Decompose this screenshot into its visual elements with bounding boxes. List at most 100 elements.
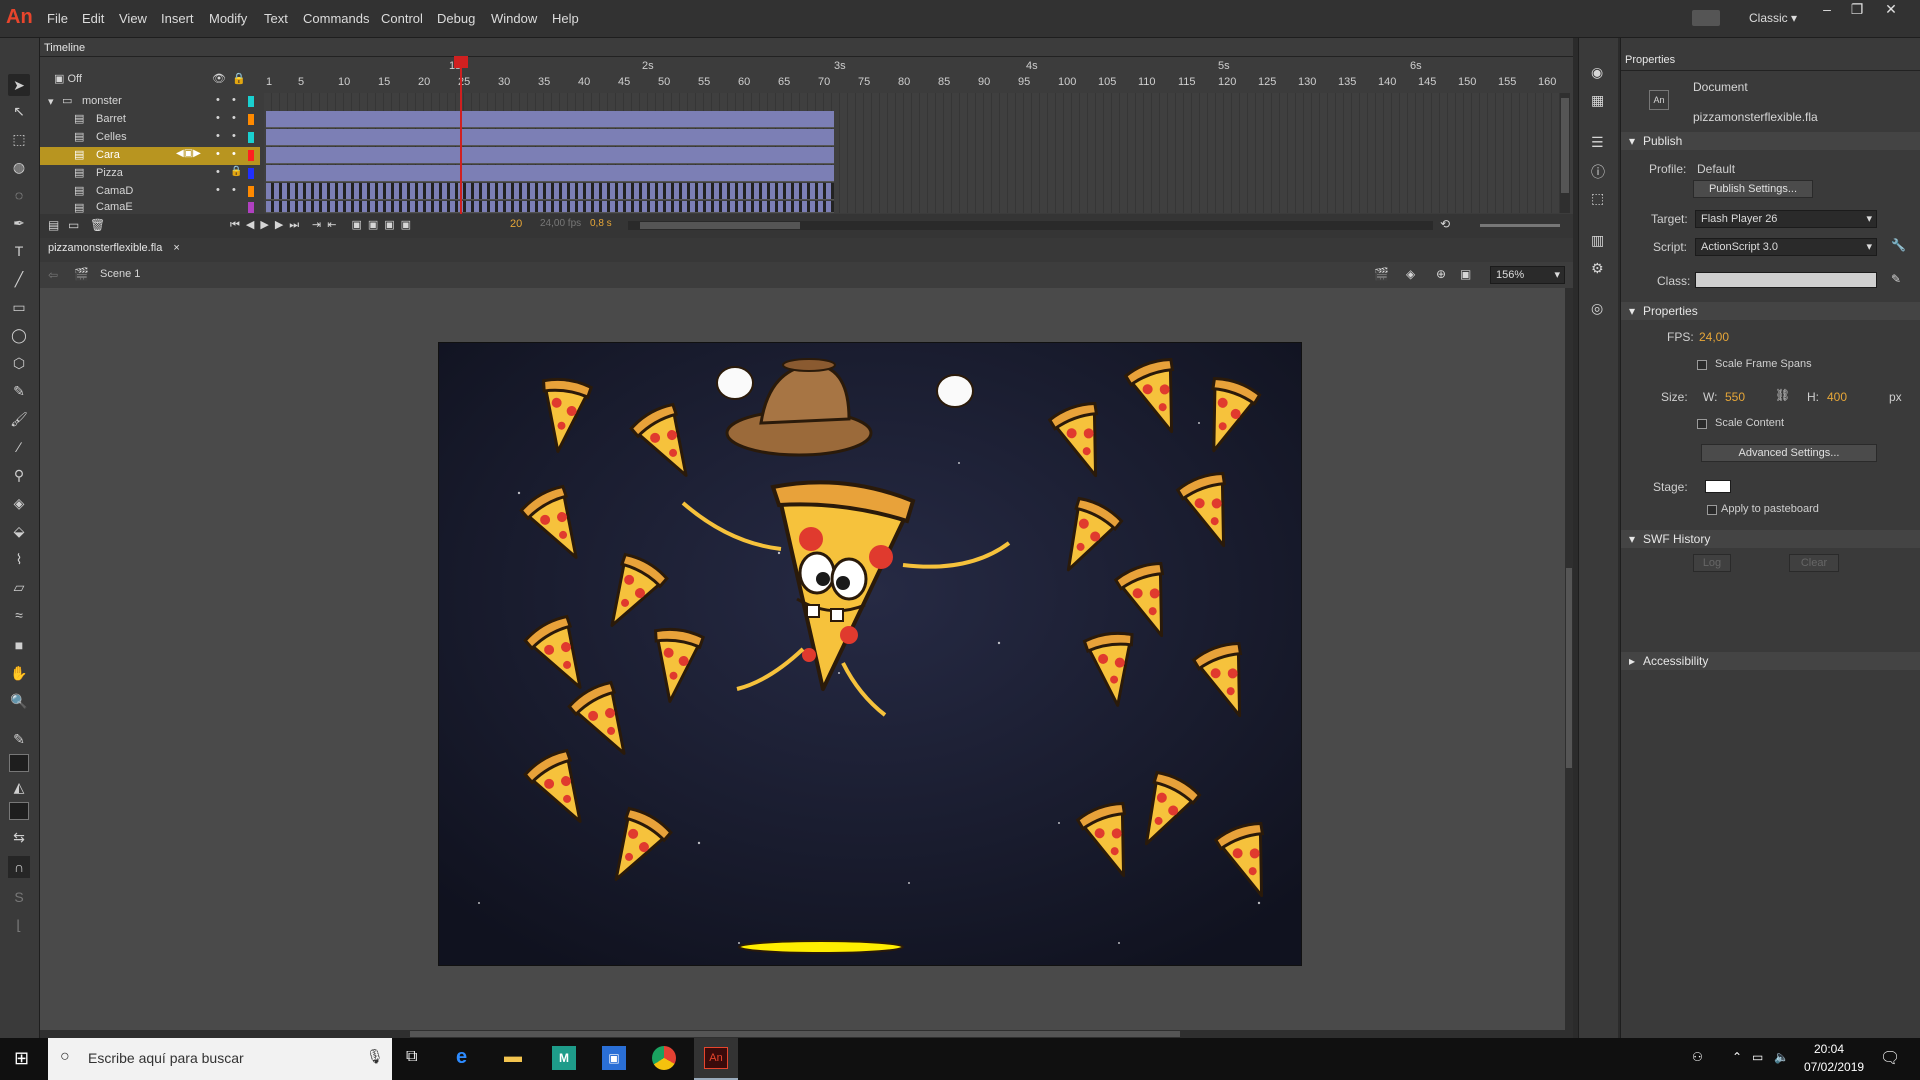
edit-class-icon[interactable]: ✎	[1891, 272, 1901, 286]
selection-tool-icon[interactable]: ➤	[8, 74, 30, 96]
apply-pasteboard-checkbox[interactable]	[1707, 505, 1717, 515]
workspace-switcher[interactable]: Classic ▾	[1749, 11, 1797, 25]
menu-view[interactable]: View	[119, 11, 147, 26]
menu-help[interactable]: Help	[552, 11, 579, 26]
swap-colors-icon[interactable]: ⇆	[8, 826, 30, 848]
fill-swatch[interactable]	[9, 802, 29, 820]
layer-row[interactable]: ▤ CamaD • •	[40, 183, 260, 201]
app-blue-icon[interactable]: ▣	[602, 1046, 626, 1070]
frame-span[interactable]	[266, 165, 834, 182]
width-tool-icon[interactable]: ≈	[8, 604, 30, 626]
align-icon[interactable]: ☰	[1591, 134, 1604, 151]
script-select[interactable]: ActionScript 3.0 ▾	[1695, 238, 1877, 256]
loop-icon[interactable]: ⟲	[1440, 217, 1450, 231]
menu-edit[interactable]: Edit	[82, 11, 104, 26]
paint-brush-icon[interactable]: 🖌	[8, 408, 30, 430]
scene-name[interactable]: Scene 1	[100, 268, 140, 280]
chrome-icon[interactable]	[652, 1046, 676, 1070]
lock-icon[interactable]: 🔒	[230, 166, 242, 177]
center-stage-icon[interactable]: ⊕	[1436, 267, 1446, 281]
paint-bucket-icon[interactable]: ◈	[8, 492, 30, 514]
publish-settings-button[interactable]: Publish Settings...	[1693, 180, 1813, 198]
menu-commands[interactable]: Commands	[303, 11, 369, 26]
smooth-icon[interactable]: S	[8, 886, 30, 908]
text-tool-icon[interactable]: T	[8, 240, 30, 262]
eraser-icon[interactable]: ▱	[8, 576, 30, 598]
fill-color-icon[interactable]: ◭	[8, 776, 30, 798]
layer-color-swatch[interactable]	[248, 114, 254, 125]
lasso-icon[interactable]: ◌	[8, 184, 30, 206]
stage-vscroll-thumb[interactable]	[1566, 568, 1572, 768]
layer-row[interactable]: ▾ ▭ monster • •	[40, 93, 260, 111]
library-icon[interactable]: ▥	[1591, 232, 1604, 249]
frame-span[interactable]	[266, 183, 834, 200]
color-panel-icon[interactable]: ◉	[1591, 64, 1603, 81]
menu-text[interactable]: Text	[264, 11, 288, 26]
layer-color-swatch[interactable]	[248, 168, 254, 179]
layer-color-swatch[interactable]	[248, 96, 254, 107]
class-field[interactable]	[1695, 272, 1877, 288]
frame-size-slider[interactable]	[1480, 224, 1560, 227]
layer-color-swatch[interactable]	[248, 132, 254, 143]
notifications-icon[interactable]: 🗨	[1880, 1048, 1900, 1068]
menu-debug[interactable]: Debug	[437, 11, 475, 26]
menu-modify[interactable]: Modify	[209, 11, 247, 26]
zoom-tool-icon[interactable]: 🔍	[8, 690, 30, 712]
windows-start-icon[interactable]: ⊞	[14, 1048, 29, 1069]
animate-taskbar-button[interactable]: An	[694, 1038, 738, 1080]
layer-color-swatch[interactable]	[248, 150, 254, 161]
new-folder-icon[interactable]: ▭	[68, 218, 79, 232]
properties-tab[interactable]: Properties	[1625, 54, 1675, 66]
components-icon[interactable]: ⚙	[1591, 260, 1604, 277]
network-icon[interactable]: ▭	[1752, 1050, 1763, 1064]
wrench-icon[interactable]: 🔧	[1891, 238, 1906, 252]
publish-section[interactable]: ▾ Publish	[1621, 132, 1920, 150]
menu-file[interactable]: File	[47, 11, 68, 26]
swatches-icon[interactable]: ▦	[1591, 92, 1604, 109]
edit-symbol-icon[interactable]: ◈	[1406, 267, 1415, 281]
3d-rotation-icon[interactable]: ◍	[8, 156, 30, 178]
line-tool-icon[interactable]: ╱	[8, 268, 30, 290]
snap-magnet-icon[interactable]: ∩	[8, 856, 30, 878]
new-layer-icon[interactable]: ▤	[48, 218, 59, 232]
height-value[interactable]: 400	[1827, 390, 1847, 404]
accessibility-section[interactable]: ▸ Accessibility	[1621, 652, 1920, 670]
camera-icon[interactable]: ■	[8, 634, 30, 656]
width-value[interactable]: 550	[1725, 390, 1745, 404]
close-icon[interactable]: ✕	[1876, 0, 1906, 20]
stroke-color-icon[interactable]: ✎	[8, 728, 30, 750]
bone-tool-icon[interactable]: ⚲	[8, 464, 30, 486]
polystar-tool-icon[interactable]: ⬡	[8, 352, 30, 374]
eyedropper-icon[interactable]: ⌇	[8, 548, 30, 570]
clock-time[interactable]: 20:04	[1814, 1042, 1844, 1056]
task-view-icon[interactable]: ⧉	[406, 1048, 417, 1066]
pen-tool-icon[interactable]: ✒	[8, 212, 30, 234]
volume-icon[interactable]: 🔈	[1774, 1050, 1789, 1064]
layer-row-selected[interactable]: ▤ Cara ◀▣▶ • •	[40, 147, 260, 165]
stage-hscroll-thumb[interactable]	[410, 1031, 1180, 1037]
pencil-tool-icon[interactable]: ✎	[8, 380, 30, 402]
back-arrow-icon[interactable]: ⇦	[48, 268, 58, 282]
edit-scene-icon[interactable]: 🎬	[1374, 267, 1389, 281]
info-icon[interactable]: ⓘ	[1591, 162, 1605, 182]
minimize-icon[interactable]: –	[1812, 0, 1842, 20]
fps-value[interactable]: 24,00	[1699, 330, 1729, 344]
close-tab-icon[interactable]: ×	[173, 242, 179, 254]
stroke-swatch[interactable]	[9, 754, 29, 772]
layer-color-swatch[interactable]	[248, 186, 254, 197]
target-select[interactable]: Flash Player 26 ▾	[1695, 210, 1877, 228]
link-icon[interactable]: ⛓	[1775, 388, 1790, 402]
delete-layer-icon[interactable]: 🗑	[90, 218, 105, 232]
frame-span[interactable]	[266, 111, 834, 128]
menu-window[interactable]: Window	[491, 11, 537, 26]
microphone-icon[interactable]: 🎙	[366, 1048, 384, 1065]
tray-chevron-icon[interactable]: ⌃	[1732, 1050, 1742, 1064]
layer-color-swatch[interactable]	[248, 202, 254, 213]
time-readout[interactable]: 0,8 s	[590, 218, 612, 229]
frame-span[interactable]	[266, 147, 834, 164]
log-button[interactable]: Log	[1693, 554, 1731, 572]
ink-bottle-icon[interactable]: ⬙	[8, 520, 30, 542]
clip-icon[interactable]: ▣	[1460, 267, 1471, 281]
oval-tool-icon[interactable]: ◯	[8, 324, 30, 346]
clear-button[interactable]: Clear	[1789, 554, 1839, 572]
